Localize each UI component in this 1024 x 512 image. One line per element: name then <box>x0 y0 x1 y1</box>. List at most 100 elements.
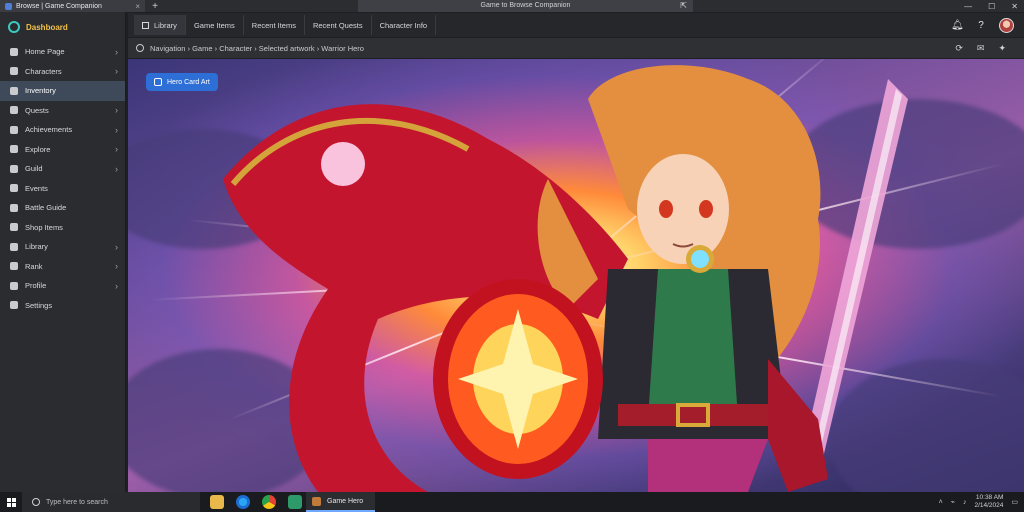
settings-icon[interactable]: ✦ <box>998 43 1006 54</box>
breadcrumb-actions: ⟳ ✉ ✦ <box>955 43 1006 54</box>
nav-item-icon <box>10 125 18 134</box>
breadcrumb-text: Navigation › Game › Character › Selected… <box>150 43 364 53</box>
close-window-button[interactable]: ✕ <box>1011 2 1018 11</box>
sidebar-brand[interactable]: Dashboard <box>0 12 125 42</box>
sidebar-item[interactable]: Inventory <box>0 81 125 101</box>
nav-item-icon <box>10 301 18 310</box>
sidebar-item[interactable]: Battle Guide <box>0 198 125 218</box>
sidebar-item-label: Shop Items <box>25 222 63 232</box>
new-tab-button[interactable]: + <box>149 1 161 12</box>
toolbar-tab-label: Recent Quests <box>312 20 363 30</box>
tray-up-arrow-icon[interactable]: ˄ <box>939 499 943 506</box>
volume-icon[interactable]: ♪ <box>963 499 967 506</box>
nav-item-icon <box>10 281 18 290</box>
nav-item-icon <box>10 262 18 271</box>
sidebar-item-label: Achievements <box>25 125 73 135</box>
tray-time: 10:38 AM <box>975 494 1004 501</box>
tray-clock[interactable]: 10:38 AM 2/14/2024 <box>974 494 1003 510</box>
sidebar-item[interactable]: Explore › <box>0 140 125 160</box>
hero-card-badge[interactable]: Hero Card Art <box>146 73 218 91</box>
sidebar-item-label: Inventory <box>25 86 56 96</box>
nav-item-icon <box>10 242 18 251</box>
sidebar-item-label: Events <box>25 183 48 193</box>
search-placeholder: Type here to search <box>46 498 108 506</box>
notification-icon[interactable]: ▭ <box>1011 498 1018 506</box>
toolbar-tab-label: Library <box>154 20 177 30</box>
sidebar-item[interactable]: Guild › <box>0 159 125 179</box>
help-icon[interactable]: ? <box>975 20 987 32</box>
toolbar-tabs: Library Game Items Recent Items Recent Ques… <box>134 15 437 35</box>
globe-icon <box>136 44 144 52</box>
sidebar-item-label: Rank <box>25 261 43 271</box>
nav-item-icon <box>10 47 18 56</box>
brand-name: Dashboard <box>26 22 68 32</box>
sidebar-item[interactable]: Characters › <box>0 62 125 82</box>
window-controls: — ☐ ✕ <box>964 0 1018 12</box>
sidebar-item[interactable]: Events <box>0 179 125 199</box>
taskbar-running-app[interactable]: Game Hero <box>306 492 376 512</box>
chevron-right-icon: › <box>115 241 118 252</box>
sidebar-item[interactable]: Home Page › <box>0 42 125 62</box>
sidebar-item[interactable]: Achievements › <box>0 120 125 140</box>
sidebar-item-label: Quests <box>25 105 49 115</box>
edge-browser-icon[interactable] <box>236 495 250 509</box>
chevron-right-icon: › <box>115 280 118 291</box>
chevron-right-icon: › <box>115 144 118 155</box>
toolbar-tab[interactable]: Character Info <box>372 15 437 35</box>
bell-icon[interactable]: 🔔︎ <box>951 20 964 32</box>
nav-item-icon <box>10 184 18 193</box>
tab-close-icon[interactable]: × <box>135 2 140 11</box>
toolbar-tab[interactable]: Game Items <box>186 15 244 35</box>
breadcrumb: Navigation › Game › Character › Selected… <box>128 38 1024 58</box>
toolbar-tab-label: Game Items <box>193 20 235 30</box>
sidebar-item[interactable]: Quests › <box>0 101 125 121</box>
nav-item-icon <box>10 223 18 232</box>
sidebar-item[interactable]: Library › <box>0 237 125 257</box>
badge-label: Hero Card Art <box>167 78 210 86</box>
file-explorer-icon[interactable] <box>210 495 224 509</box>
network-icon[interactable]: ⌁ <box>951 498 955 506</box>
address-bar[interactable]: Game to Browse Companion ⇱ <box>358 0 693 12</box>
minimize-button[interactable]: — <box>964 2 972 11</box>
sidebar-item-label: Guild <box>25 164 43 174</box>
nav-item-icon <box>10 164 18 173</box>
toolbar-tab[interactable]: Library <box>134 15 186 35</box>
maximize-button[interactable]: ☐ <box>988 2 995 11</box>
toolbar-tab[interactable]: Recent Items <box>244 15 305 35</box>
sidebar-item-label: Library <box>25 242 48 252</box>
start-button[interactable] <box>0 492 22 512</box>
nav-item-icon <box>10 145 18 154</box>
sidebar-item[interactable]: Rank › <box>0 257 125 277</box>
sidebar-item-label: Settings <box>25 300 53 310</box>
artwork-stage: Hero Card Art <box>128 59 1024 492</box>
sidebar-item-label: Home Page <box>25 47 65 57</box>
browser-tab-title: Browse | Game Companion <box>16 2 102 10</box>
search-icon <box>32 498 40 506</box>
toolbar-tab[interactable]: Recent Quests <box>305 15 372 35</box>
sidebar-item-label: Profile <box>25 281 47 291</box>
chevron-right-icon: › <box>115 163 118 174</box>
system-tray: ˄ ⌁ ♪ 10:38 AM 2/14/2024 ▭ <box>939 492 1018 512</box>
app-favicon-icon <box>5 2 12 10</box>
chevron-right-icon: › <box>115 66 118 77</box>
sidebar-item-label: Characters <box>25 66 62 76</box>
nav-item-icon <box>10 203 18 212</box>
chevron-right-icon: › <box>115 124 118 135</box>
sidebar-nav: Home Page › Characters › Inventory Quests › Ach… <box>0 42 125 315</box>
avatar[interactable] <box>999 18 1014 33</box>
refresh-icon[interactable]: ⟳ <box>955 43 963 54</box>
share-icon[interactable]: ⇱ <box>680 0 687 12</box>
sidebar-item[interactable]: Settings <box>0 296 125 316</box>
chrome-browser-icon[interactable] <box>262 495 276 509</box>
spreadsheet-app-icon[interactable] <box>288 495 302 509</box>
game-app-icon <box>312 496 321 506</box>
taskbar-search[interactable]: Type here to search <box>22 492 200 512</box>
nav-item-icon <box>10 86 18 95</box>
chat-icon[interactable]: ✉ <box>977 43 985 54</box>
sidebar-item[interactable]: Shop Items <box>0 218 125 238</box>
pinned-apps <box>200 495 302 509</box>
browser-tab[interactable]: Browse | Game Companion × <box>0 0 145 12</box>
chevron-right-icon: › <box>115 105 118 116</box>
sidebar-item[interactable]: Profile › <box>0 276 125 296</box>
sidebar: Dashboard Home Page › Characters › Inventory… <box>0 12 126 492</box>
